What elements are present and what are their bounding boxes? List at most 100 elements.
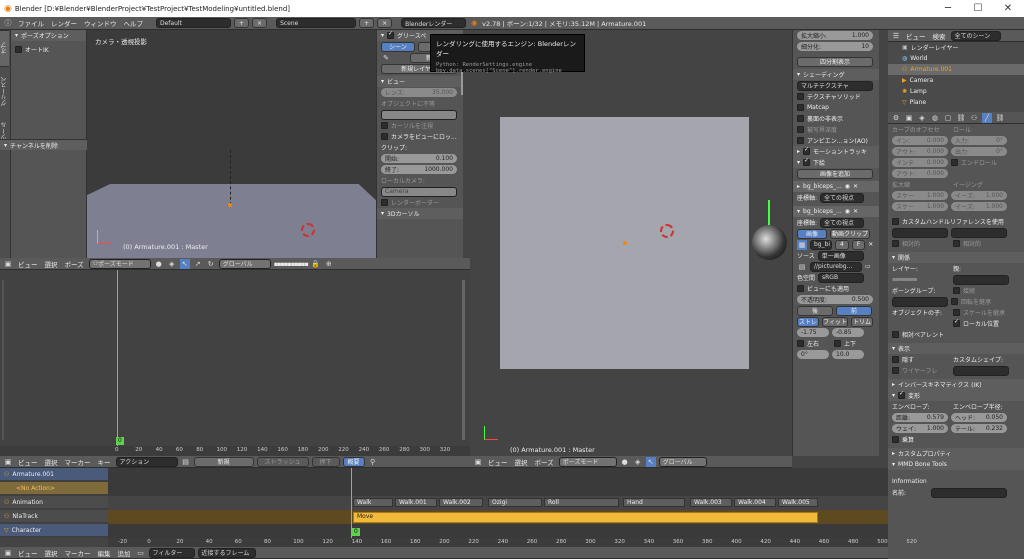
pivot-icon[interactable]: ◈ <box>167 259 177 269</box>
strip-walk-005[interactable]: Walk.005 <box>778 498 818 507</box>
material-mode-selector[interactable]: マルチテクスチャ <box>797 80 873 91</box>
lock-object-input[interactable] <box>381 109 457 120</box>
mmd-header[interactable]: ▾ MMD Bone Tools <box>888 459 1024 470</box>
axis-selector[interactable]: 全ての視点 <box>820 217 865 228</box>
roll-out-field[interactable]: 出力: 0° <box>951 147 1007 156</box>
nla-track-nlatrack[interactable]: ⚇ NlaTrack <box>0 510 108 522</box>
image-datablock[interactable]: bg_bi <box>810 239 832 250</box>
current-frame-indicator[interactable]: 0 <box>116 437 124 445</box>
strip-walk-004[interactable]: Walk.004 <box>734 498 776 507</box>
zoom-field[interactable]: 拡大縮小: 1.000 <box>797 31 873 40</box>
menu-view[interactable]: ビュー <box>16 259 40 269</box>
display-mode-selector[interactable]: 全てのシーン <box>950 30 1001 41</box>
relative-prev-checkbox[interactable] <box>892 240 899 247</box>
remove-scene-button[interactable]: × <box>377 18 393 28</box>
properties-editor-icon[interactable]: ⚙ <box>891 113 901 123</box>
redo-panel-header[interactable]: ▾ チャンネルを削除 <box>0 139 87 150</box>
close-icon[interactable]: ✕ <box>868 241 873 248</box>
tab-image[interactable]: 画像 <box>797 228 827 239</box>
rotate-icon[interactable]: ↻ <box>206 259 216 269</box>
multiply-toggle[interactable]: 乗算 <box>888 434 1024 445</box>
scene-selector[interactable]: Scene <box>276 18 357 28</box>
tab-scene[interactable]: シーン <box>381 41 415 52</box>
menu-render[interactable]: レンダー <box>49 18 79 28</box>
name-input[interactable] <box>931 487 1007 498</box>
add-scene-button[interactable]: + <box>359 18 375 28</box>
view3d-editor-icon[interactable]: ▣ <box>3 259 13 269</box>
menu-select[interactable]: 選択 <box>43 259 60 269</box>
lens-field[interactable]: レンズ: 35.000 <box>381 88 457 97</box>
stash-button[interactable]: ストラッシュ <box>256 456 309 467</box>
menu-pose[interactable]: ポーズ <box>533 457 556 467</box>
render-border-toggle[interactable]: レンダーボーダー <box>377 197 463 208</box>
filepath-input[interactable]: //picturebg... <box>810 261 862 272</box>
strip-hand[interactable]: Hand <box>623 498 685 507</box>
minimize-button[interactable]: ─ <box>932 0 964 17</box>
ao-checkbox[interactable] <box>797 137 804 144</box>
front-button[interactable]: 前 <box>836 305 872 316</box>
remove-layout-button[interactable]: × <box>252 18 268 28</box>
textured-solid-toggle[interactable]: テクスチャソリッド <box>793 91 879 102</box>
ao-toggle[interactable]: アンビエン...ョン(AO) <box>793 135 879 146</box>
auto-ik-checkbox[interactable] <box>15 46 22 53</box>
summary-button[interactable]: 概要 <box>342 456 365 467</box>
rotation-field[interactable]: 0° <box>797 350 829 359</box>
menu-marker[interactable]: マーカー <box>63 548 93 558</box>
menu-pose[interactable]: ポーズ <box>63 259 86 269</box>
parent-field[interactable] <box>953 274 1009 285</box>
outliner-render-layers[interactable]: ▣ レンダーレイヤー <box>888 42 1024 53</box>
matcap-checkbox[interactable] <box>797 104 804 111</box>
handle-next-field[interactable] <box>951 227 1007 238</box>
view-as-render-checkbox[interactable] <box>797 285 804 292</box>
textured-solid-checkbox[interactable] <box>797 93 804 100</box>
outliner-editor-icon[interactable]: ☰ <box>891 31 901 41</box>
strip-walk-003[interactable]: Walk.003 <box>690 498 732 507</box>
grease-pencil-checkbox[interactable] <box>387 32 395 39</box>
offset-x-field[interactable]: -1.75 <box>797 328 829 337</box>
backface-checkbox[interactable] <box>797 115 804 122</box>
opacity-field[interactable]: 不透明度: 0.500 <box>797 295 873 304</box>
handle-prev-field[interactable] <box>892 227 948 238</box>
dof-checkbox[interactable] <box>797 126 804 133</box>
ik-header[interactable]: ▸ インバースキネマティクス (IK) <box>888 379 1024 390</box>
menu-edit[interactable]: 編集 <box>96 548 113 558</box>
head-radius-field[interactable]: ヘッド: 0.050 <box>951 413 1007 422</box>
source-selector[interactable]: 単一画像 <box>817 250 864 261</box>
flip-y-checkbox[interactable] <box>834 340 842 347</box>
mode-selector[interactable]: ⚇ ポーズモード <box>88 258 151 269</box>
3d-cursor-header[interactable]: ▾ 3Dカーソル <box>377 208 463 219</box>
backface-toggle[interactable]: 裏面の非表示 <box>793 113 879 124</box>
offset-y-field[interactable]: -0.85 <box>832 328 864 337</box>
action-icon[interactable]: ▤ <box>181 457 191 467</box>
add-layout-button[interactable]: + <box>234 18 250 28</box>
fit-button[interactable]: フィット <box>822 316 848 327</box>
outliner-camera[interactable]: ▶ Camera <box>888 75 1024 86</box>
local-location-checkbox[interactable] <box>953 320 960 327</box>
lock-cursor-checkbox[interactable] <box>381 122 388 129</box>
strip-walk-002[interactable]: Walk.002 <box>439 498 483 507</box>
scale-out-field[interactable]: スケー 1.000 <box>892 202 948 211</box>
layer-buttons[interactable]: ▪▪▪▪▪▪▪▪▪▪ <box>274 260 309 268</box>
colorspace-selector[interactable]: sRGB <box>818 272 865 283</box>
scene-tab-icon[interactable]: ◈ <box>917 113 927 123</box>
menu-view[interactable]: ビュー <box>16 548 40 558</box>
menu-marker[interactable]: マーカー <box>63 457 93 467</box>
curve-out-field[interactable]: アウト: 0.000 <box>892 147 948 156</box>
custom-shape-field[interactable] <box>953 365 1009 376</box>
flip-x-checkbox[interactable] <box>797 340 804 347</box>
bg-image-1[interactable]: ▸ bg_biceps_... ◉ ✕ <box>793 181 879 192</box>
nla-editor-icon[interactable]: ▣ <box>3 548 13 558</box>
manipulator-icon[interactable]: ↖ <box>179 258 190 269</box>
data-tab-icon[interactable]: ⚇ <box>969 113 979 123</box>
camera-to-view-checkbox[interactable] <box>381 133 388 140</box>
crop-button[interactable]: トリム <box>851 316 873 327</box>
eye-icon[interactable]: ◉ <box>845 183 850 190</box>
render-border-checkbox[interactable] <box>381 199 388 206</box>
strip-move[interactable]: Move <box>353 512 818 523</box>
menu-select[interactable]: 選択 <box>43 457 60 467</box>
close-icon[interactable]: ✕ <box>853 208 858 215</box>
outliner-armature[interactable]: ⚇ Armature.001 <box>888 64 1024 75</box>
menu-search[interactable]: 検索 <box>931 31 948 41</box>
manipulator-icon[interactable]: ↖ <box>645 456 656 467</box>
custom-handle-checkbox[interactable] <box>892 218 899 225</box>
